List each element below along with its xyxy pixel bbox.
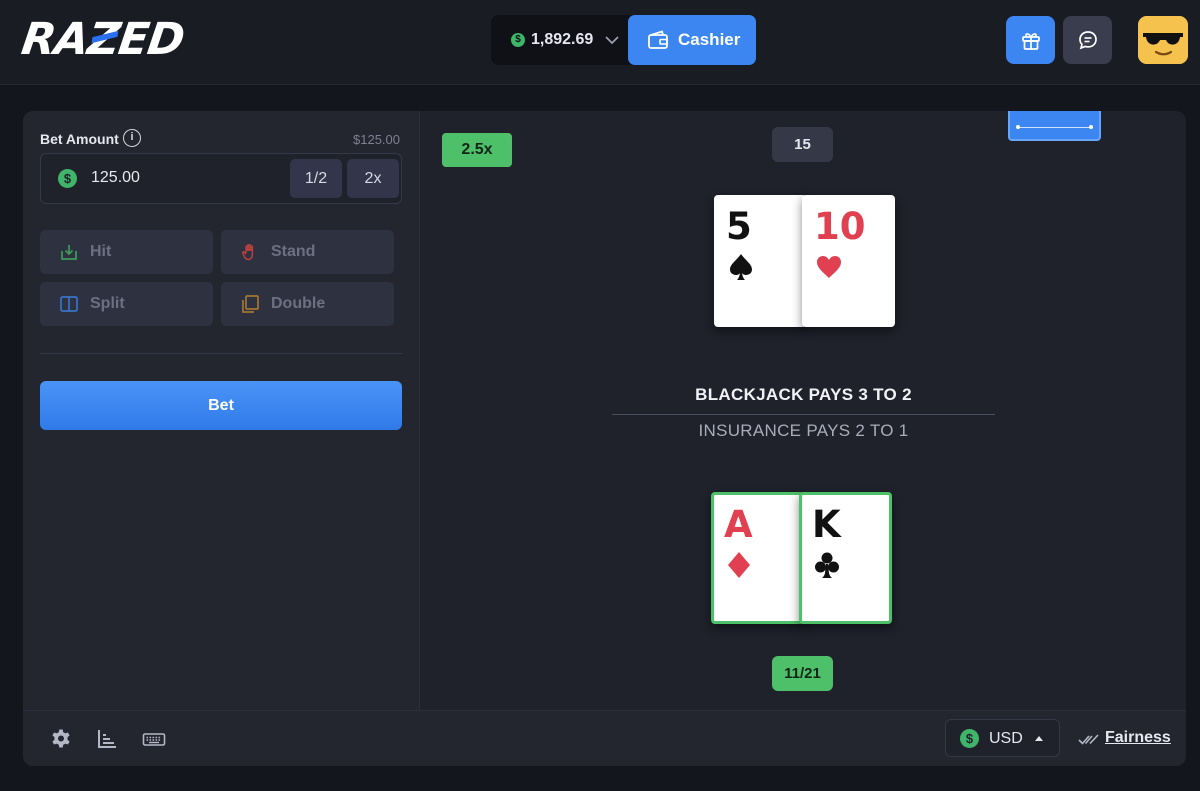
keyboard-icon[interactable] xyxy=(142,728,166,750)
currency-selector[interactable]: $ USD xyxy=(945,719,1060,757)
card-rank: A xyxy=(724,503,753,546)
stats-chart-icon[interactable] xyxy=(96,728,118,750)
chat-bubble-icon xyxy=(1079,31,1097,50)
hit-download-icon xyxy=(61,245,77,260)
stand-button[interactable]: Stand xyxy=(221,230,394,274)
split-columns-icon xyxy=(60,296,78,312)
bet-button[interactable]: Bet xyxy=(40,381,402,430)
cashier-label: Cashier xyxy=(678,30,741,49)
player-card: A xyxy=(711,492,804,624)
club-icon xyxy=(815,552,839,578)
heart-icon xyxy=(817,256,841,278)
game-footer: $ USD Fairness xyxy=(23,710,1186,766)
hit-button[interactable]: Hit xyxy=(40,230,213,274)
split-button[interactable]: Split xyxy=(40,282,213,326)
dealer-score: 15 xyxy=(772,127,833,162)
double-button[interactable]: Double xyxy=(221,282,394,326)
card-shoe xyxy=(1008,111,1101,141)
rewards-button[interactable] xyxy=(1006,16,1055,64)
wallet-balance: 1,892.69 xyxy=(531,31,594,48)
fairness-label: Fairness xyxy=(1105,729,1171,746)
chat-button[interactable] xyxy=(1063,16,1112,64)
gift-icon xyxy=(1022,33,1040,50)
stand-hand-icon xyxy=(241,244,254,261)
dollar-coin-icon: $ xyxy=(960,729,979,748)
bet-amount-label: Bet Amount xyxy=(40,131,119,147)
double-label: Double xyxy=(271,295,326,312)
cashier-button[interactable]: Cashier xyxy=(628,15,756,65)
user-avatar[interactable] xyxy=(1138,16,1188,64)
card-rank: 5 xyxy=(726,205,752,248)
diamond-icon xyxy=(728,552,750,578)
bet-control-panel: Bet Amount i $125.00 $ 125.00 1/2 2x Hit… xyxy=(23,111,420,710)
rules-divider xyxy=(612,414,995,415)
chevron-down-icon[interactable] xyxy=(603,31,621,49)
razed-logo[interactable]: RAZED xyxy=(18,14,187,65)
double-bet-amount-button[interactable]: 2x xyxy=(347,159,399,198)
top-navbar: RAZED $ 1,892.69 Cashier xyxy=(0,0,1200,85)
dollar-coin-icon: $ xyxy=(58,169,77,188)
caret-up-icon xyxy=(1035,736,1043,741)
player-card: K xyxy=(799,492,892,624)
hit-label: Hit xyxy=(90,243,112,260)
half-bet-button[interactable]: 1/2 xyxy=(290,159,342,198)
player-score: 11/21 xyxy=(772,656,833,691)
settings-gear-icon[interactable] xyxy=(50,728,72,750)
payout-multiplier-badge: 2.5x xyxy=(442,133,512,167)
sunglasses-face-icon xyxy=(1138,16,1188,64)
dollar-coin-icon: $ xyxy=(511,33,525,47)
double-check-icon xyxy=(1078,734,1099,745)
blackjack-game: Bet Amount i $125.00 $ 125.00 1/2 2x Hit… xyxy=(23,111,1186,766)
split-label: Split xyxy=(90,295,125,312)
rules-blackjack-payout: BLACKJACK PAYS 3 TO 2 xyxy=(695,385,912,404)
spade-icon xyxy=(730,254,752,280)
bet-usd-value: $125.00 xyxy=(353,132,400,147)
dealer-card: 10 xyxy=(802,195,895,327)
card-rank: 10 xyxy=(814,205,866,248)
bet-amount-field[interactable]: $ 125.00 1/2 2x xyxy=(40,153,402,204)
divider xyxy=(40,353,402,354)
rules-insurance-payout: INSURANCE PAYS 2 TO 1 xyxy=(698,421,909,440)
card-rank: K xyxy=(812,503,841,546)
stand-label: Stand xyxy=(271,243,316,260)
bet-amount-value[interactable]: 125.00 xyxy=(91,169,140,187)
currency-code: USD xyxy=(989,730,1023,747)
wallet-icon xyxy=(648,30,668,49)
double-stack-icon xyxy=(242,295,259,313)
info-icon[interactable]: i xyxy=(123,129,141,147)
dealer-card: 5 xyxy=(714,195,807,327)
